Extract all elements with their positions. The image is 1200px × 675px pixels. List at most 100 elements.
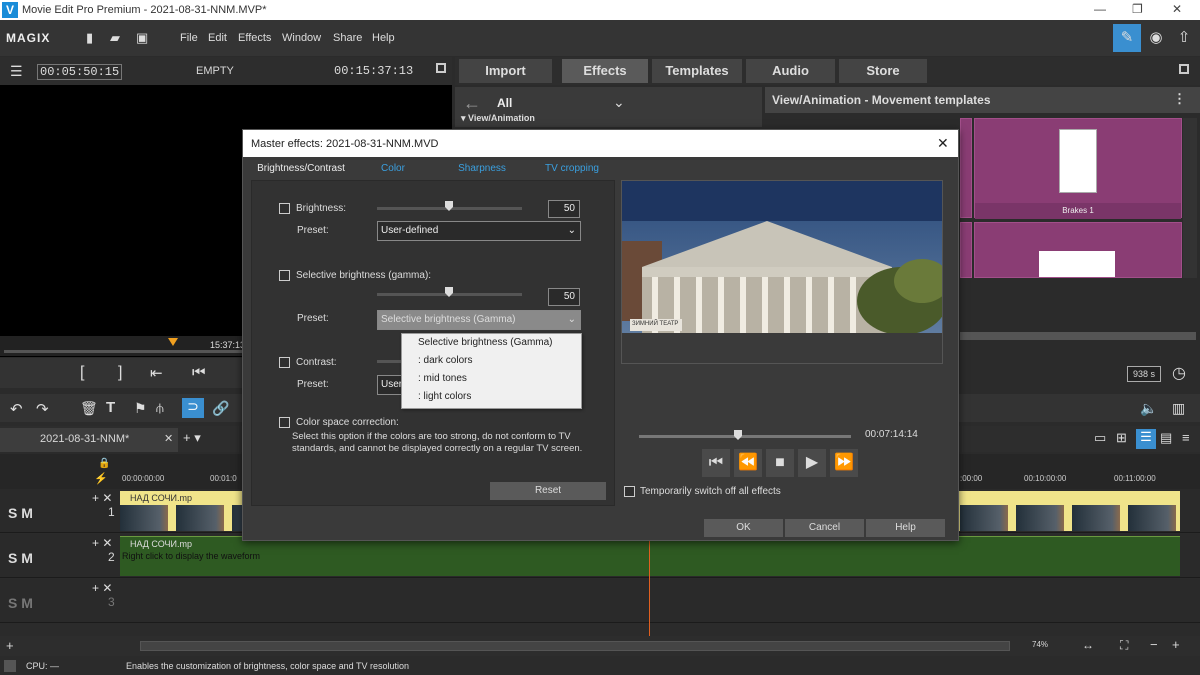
clock-icon[interactable]: ◷ — [1172, 363, 1186, 383]
storyboard-icon[interactable]: ▭ — [1094, 430, 1106, 446]
project-tab[interactable]: 2021-08-31-NNM* ✕ — [0, 428, 178, 452]
lock-icon[interactable]: 🔒 — [98, 458, 110, 469]
open-folder-icon[interactable]: ▰ — [110, 30, 124, 46]
text-icon[interactable]: T — [106, 399, 115, 416]
tab-audio[interactable]: Audio — [746, 59, 835, 83]
dropdown-option[interactable]: : mid tones — [402, 370, 581, 388]
zoom-level[interactable]: 74% — [1032, 640, 1048, 649]
tab-color[interactable]: Color — [351, 158, 435, 180]
close-tab-icon[interactable]: ✕ — [164, 432, 173, 445]
maximize-pool-icon[interactable] — [1179, 64, 1189, 74]
snap-icon[interactable]: ⚡ — [94, 472, 108, 485]
mark-in-icon[interactable]: [ — [80, 364, 84, 382]
category-label[interactable]: ▾ View/Animation — [461, 113, 535, 124]
dropdown-option[interactable]: : light colors — [402, 388, 581, 406]
horizontal-scrollbar[interactable] — [960, 332, 1196, 340]
disc-icon[interactable]: ◉ — [1142, 24, 1170, 52]
fit-width-icon[interactable]: ↔ — [1082, 638, 1094, 652]
tab-store[interactable]: Store — [839, 59, 927, 83]
menu-window[interactable]: Window — [282, 32, 321, 44]
tab-import[interactable]: Import — [459, 59, 552, 83]
ripple-icon[interactable]: ⊃ — [182, 398, 204, 418]
playhead-line[interactable] — [649, 540, 650, 636]
back-arrow-icon[interactable]: ← — [463, 93, 481, 114]
add-tab-icon[interactable]: + ▾ — [183, 430, 201, 446]
menu-help[interactable]: Help — [372, 32, 395, 44]
gamma-preset-select[interactable]: Selective brightness (Gamma) ⌄ — [377, 310, 581, 330]
timeline-view-icon[interactable]: ☰ — [1136, 429, 1156, 449]
switch-off-effects-checkbox[interactable] — [624, 486, 635, 497]
gamma-checkbox[interactable] — [279, 270, 290, 281]
save-icon[interactable]: ▣ — [136, 30, 150, 46]
brightness-checkbox[interactable] — [279, 203, 290, 214]
contrast-checkbox[interactable] — [279, 357, 290, 368]
effect-tile[interactable] — [960, 222, 972, 278]
multicam-icon[interactable]: ▤ — [1160, 430, 1172, 446]
zoom-in-icon[interactable]: + — [1172, 637, 1180, 652]
go-to-in-icon[interactable]: ⇤ — [150, 364, 163, 382]
menu-share[interactable]: Share — [333, 32, 362, 44]
dialog-close-icon[interactable]: ✕ — [937, 135, 949, 152]
dialog-position-slider[interactable] — [639, 435, 851, 438]
gamma-value[interactable]: 50 — [548, 288, 580, 306]
menu-effects[interactable]: Effects — [238, 32, 271, 44]
tab-templates[interactable]: Templates — [652, 59, 742, 83]
tab-sharpness[interactable]: Sharpness — [435, 158, 529, 180]
tab-tv-cropping[interactable]: TV cropping — [529, 158, 615, 180]
timeline-scrollbar[interactable] — [140, 641, 1010, 651]
mode-icon[interactable]: ✎ — [1113, 24, 1141, 52]
dialog-play-icon[interactable]: ▶ — [798, 449, 826, 477]
ok-button[interactable]: OK — [704, 519, 783, 537]
color-space-checkbox[interactable] — [279, 417, 290, 428]
mixer-icon[interactable]: ▥ — [1172, 400, 1185, 417]
zoom-out-icon[interactable]: − — [1150, 637, 1158, 652]
hamburger-icon[interactable]: ☰ — [10, 63, 23, 80]
menu-edit[interactable]: Edit — [208, 32, 227, 44]
pool-scrollbar[interactable] — [1183, 118, 1197, 278]
volume-icon[interactable]: 🔈 — [1140, 400, 1157, 417]
fit-icon[interactable]: ⛶ — [1120, 638, 1128, 653]
delete-icon[interactable]: 🗑 — [80, 400, 98, 417]
new-file-icon[interactable]: ▮ — [86, 30, 100, 46]
skip-back-icon[interactable]: ⏮ — [192, 364, 206, 381]
filter-chevron-icon[interactable]: ⌄ — [613, 94, 625, 111]
undo-icon[interactable]: ↶ — [10, 400, 23, 418]
scene-view-icon[interactable]: ⊞ — [1116, 430, 1127, 446]
track-add-icon[interactable]: + ✕ — [92, 491, 112, 505]
mark-out-icon[interactable]: ] — [118, 364, 122, 382]
upload-icon[interactable]: ⇧ — [1170, 24, 1198, 52]
effect-tile[interactable] — [974, 222, 1182, 278]
playhead-marker-icon[interactable] — [168, 338, 178, 346]
cancel-button[interactable]: Cancel — [785, 519, 864, 537]
timecode-left[interactable]: 00:05:50:15 — [37, 64, 123, 80]
list-view-icon[interactable]: ≡ — [1182, 430, 1190, 445]
dropdown-option[interactable]: Selective brightness (Gamma) — [402, 334, 581, 352]
help-button[interactable]: Help — [866, 519, 945, 537]
track-add-icon[interactable]: + ✕ — [92, 581, 112, 595]
brightness-preset-select[interactable]: User-defined ⌄ — [377, 221, 581, 241]
effect-tile[interactable] — [960, 118, 972, 218]
effect-tile-brakes[interactable]: Brakes 1 — [974, 118, 1182, 219]
audio-clip[interactable]: НАД СОЧИ.mp Right click to display the w… — [120, 536, 1180, 576]
maximize-preview-icon[interactable] — [436, 63, 446, 73]
dialog-position-knob[interactable] — [734, 430, 742, 440]
add-track-icon[interactable]: + — [6, 638, 14, 653]
filter-label[interactable]: All — [497, 96, 512, 110]
restore-icon[interactable]: ❐ — [1132, 2, 1143, 16]
dialog-fast-forward-icon[interactable]: ⏩ — [830, 449, 858, 477]
reset-button[interactable]: Reset — [490, 482, 606, 500]
tab-effects[interactable]: Effects — [562, 59, 648, 83]
dialog-stop-icon[interactable]: ■ — [766, 449, 794, 477]
menu-dots-icon[interactable]: ⋮ — [1173, 91, 1186, 107]
marker-icon[interactable]: ⚑ — [134, 400, 147, 417]
dialog-rewind-icon[interactable]: ⏪ — [734, 449, 762, 477]
redo-icon[interactable]: ↷ — [36, 400, 49, 418]
menu-file[interactable]: File — [180, 32, 198, 44]
brightness-value[interactable]: 50 — [548, 200, 580, 218]
cut-icon[interactable]: ⫛ — [156, 400, 164, 416]
dialog-skip-start-icon[interactable]: ⏮ — [702, 449, 730, 477]
dropdown-option[interactable]: : dark colors — [402, 352, 581, 370]
minimize-icon[interactable]: — — [1094, 2, 1106, 16]
close-icon[interactable]: ✕ — [1172, 2, 1182, 16]
link-icon[interactable]: 🔗 — [212, 400, 229, 417]
